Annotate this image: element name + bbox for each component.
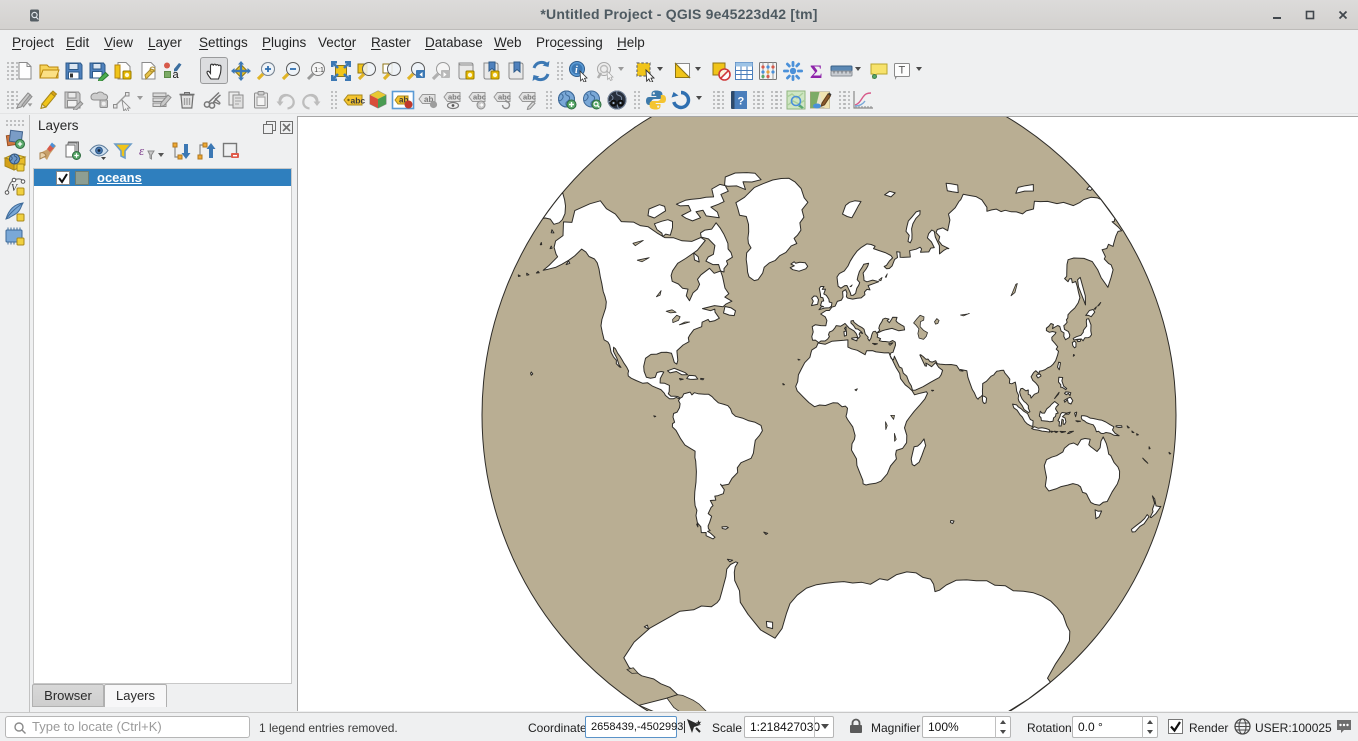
svg-text:1:1: 1:1	[314, 67, 324, 74]
svg-text:abc: abc	[473, 92, 486, 101]
svg-text:ε: ε	[139, 143, 145, 158]
svg-text:abc: abc	[523, 92, 536, 101]
svg-text:T: T	[898, 64, 905, 76]
svg-text:abc: abc	[448, 92, 461, 101]
svg-text:?: ?	[737, 95, 744, 107]
svg-text:Σ: Σ	[810, 62, 822, 82]
svg-text:abc: abc	[350, 95, 365, 105]
svg-text:i: i	[575, 65, 578, 76]
svg-text:abc: abc	[498, 92, 511, 101]
